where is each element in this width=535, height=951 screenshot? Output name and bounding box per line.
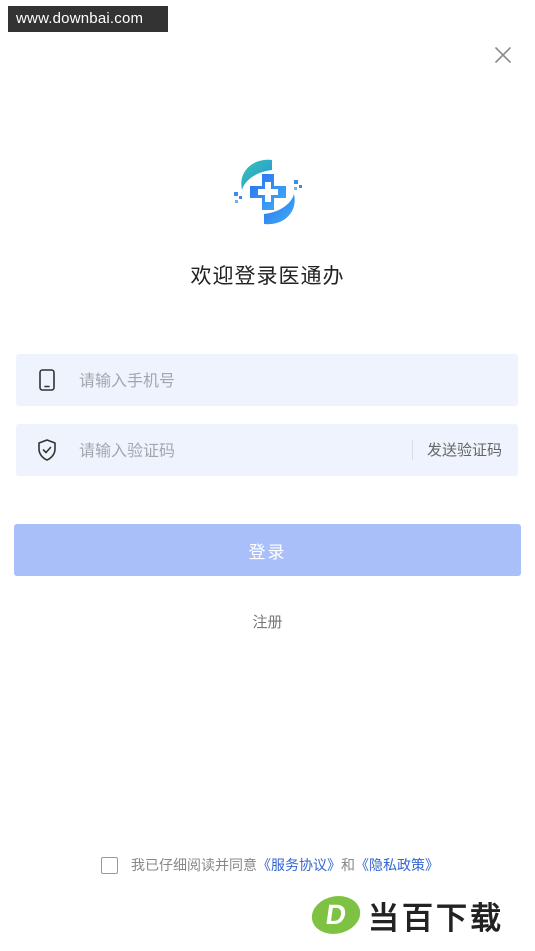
app-logo	[234, 159, 302, 225]
watermark-logo: D	[309, 896, 363, 934]
page-title: 欢迎登录医通办	[190, 264, 345, 288]
privacy-policy-link[interactable]: 《隐私政策》	[355, 855, 439, 875]
agreement-row: 我已仔细阅读并同意 《服务协议》 和 《隐私政策》	[101, 855, 439, 875]
site-watermark: www.downbai.com	[8, 6, 168, 32]
agreement-and: 和	[341, 858, 355, 874]
register-link[interactable]: 注册	[0, 611, 535, 632]
service-agreement-link[interactable]: 《服务协议》	[257, 855, 341, 875]
code-field[interactable]: 发送验证码	[16, 424, 518, 476]
agreement-text: 我已仔细阅读并同意	[131, 858, 257, 874]
send-code-button[interactable]: 发送验证码	[411, 440, 502, 460]
agreement-checkbox[interactable]	[101, 856, 118, 874]
shield-check-icon	[38, 439, 56, 461]
bottom-watermark: D 当百下载	[309, 893, 527, 937]
phone-field[interactable]	[16, 354, 518, 406]
close-icon[interactable]	[491, 43, 515, 67]
phone-input[interactable]	[79, 354, 518, 406]
login-button[interactable]: 登录	[14, 524, 521, 576]
code-input[interactable]	[79, 424, 412, 476]
watermark-text: 当百下载	[368, 900, 504, 937]
phone-icon	[39, 369, 55, 391]
